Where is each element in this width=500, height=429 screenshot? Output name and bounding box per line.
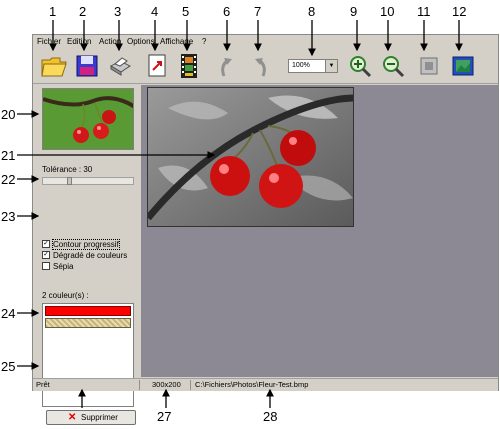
toolbar: 100% ▼ [33,49,498,84]
callout-8: 8 [308,4,316,19]
callout-11: 11 [417,4,431,19]
callout-2: 2 [79,4,87,19]
callout-27: 27 [157,409,172,424]
save-disk-icon[interactable] [73,52,101,80]
callout-24: 24 [1,306,16,321]
color-swatch-hatched[interactable] [45,318,131,328]
callout-10: 10 [380,4,395,19]
status-bar: Prêt 300x200 C:\Fichiers\Photos\Fleur-Te… [33,378,498,391]
callout-20: 20 [1,107,16,122]
checkbox-sepia[interactable] [42,262,50,270]
menu-options[interactable]: Options [127,37,155,46]
checkbox-degrade[interactable]: ✓ [42,251,50,259]
thumbnail-image[interactable] [42,88,134,150]
callout-1: 1 [49,4,57,19]
zoom-value: 100% [292,62,310,69]
left-panel: Tolérance : 30 ✓ Contour progressif ✓ Dé… [37,85,136,425]
chevron-down-icon[interactable]: ▼ [325,60,337,72]
fullscreen-icon[interactable] [449,52,477,80]
menu-help[interactable]: ? [202,37,206,46]
tolerance-label: Tolérance : 30 [42,165,93,174]
status-text: Prêt [36,380,50,389]
zoom-out-icon[interactable] [379,52,407,80]
callout-7: 7 [254,4,262,19]
color-swatch-red[interactable] [45,306,131,316]
menu-bar: Fichier Edition Action Options Affichage… [33,35,498,49]
image-workspace [141,85,498,377]
menu-affichage[interactable]: Affichage [160,37,193,46]
callout-9: 9 [350,4,358,19]
delete-x-icon: ✕ [68,412,77,423]
callout-22: 22 [1,172,16,187]
colors-count-label: 2 couleur(s) : [42,291,89,300]
zoom-in-icon[interactable] [346,52,374,80]
callout-4: 4 [151,4,159,19]
export-icon[interactable] [143,52,171,80]
app-window: Fichier Edition Action Options Affichage… [32,34,499,425]
callout-25: 25 [1,359,16,374]
redo-icon[interactable] [245,52,273,80]
image-dimensions: 300x200 [152,380,181,389]
delete-label: Supprimer [81,413,118,422]
main-image[interactable] [147,87,354,227]
option-label: Sépia [53,262,74,271]
checkbox-contour[interactable]: ✓ [42,240,50,248]
status-separator [190,380,191,390]
status-separator [139,380,140,390]
callout-23: 23 [1,209,16,224]
callout-21: 21 [1,148,16,163]
zoom-select[interactable]: 100% ▼ [288,59,338,73]
menu-fichier[interactable]: Fichier [37,37,61,46]
print-icon[interactable] [106,52,134,80]
callout-12: 12 [452,4,467,19]
fit-icon[interactable] [415,52,443,80]
slider-handle[interactable] [67,177,72,185]
option-label: Dégradé de couleurs [53,251,128,260]
delete-button[interactable]: ✕ Supprimer [46,410,136,425]
film-icon[interactable] [175,52,203,80]
menu-action[interactable]: Action [99,37,121,46]
open-folder-icon[interactable] [40,52,68,80]
callout-6: 6 [223,4,231,19]
callout-3: 3 [114,4,122,19]
option-label: Contour progressif [52,239,120,250]
file-path: C:\Fichiers\Photos\Fleur-Test.bmp [195,380,309,389]
tolerance-slider[interactable] [42,177,134,185]
callout-5: 5 [182,4,190,19]
menu-edition[interactable]: Edition [67,37,91,46]
undo-icon[interactable] [214,52,242,80]
color-list [42,303,134,407]
callout-28: 28 [263,409,278,424]
